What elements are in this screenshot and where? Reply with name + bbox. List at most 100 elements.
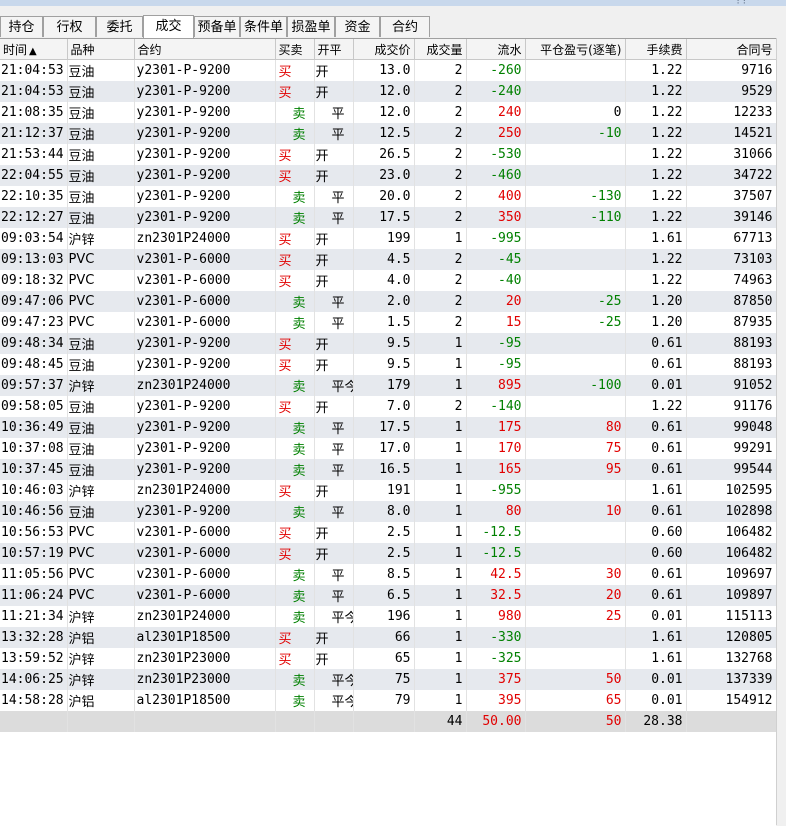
cell-flow: -325 — [466, 648, 526, 669]
table-row[interactable]: 13:59:52 沪锌 zn2301P23000 买开 65 1 -325 1.61 13276… — [0, 648, 776, 669]
table-row[interactable]: 09:03:54 沪锌 zn2301P24000 买开 199 1 -995 1.61 6771… — [0, 228, 776, 249]
col-header-fee[interactable]: 手续费 — [625, 39, 687, 60]
cell-contract-id: 9716 — [686, 59, 776, 81]
cell-buy-sell: 卖 — [275, 438, 315, 459]
col-header-open-close[interactable]: 开平 — [314, 39, 354, 60]
table-row[interactable]: 10:46:56 豆油 y2301-P-9200 卖平 8.0 1 80 10 0.61 1028… — [0, 501, 776, 522]
cell-time: 11:05:56 — [0, 564, 68, 585]
cell-close-pnl: 50 — [525, 669, 626, 690]
tab-3[interactable]: 成交 — [143, 15, 194, 38]
cell-time: 09:03:54 — [0, 228, 68, 249]
col-header-close-pnl[interactable]: 平仓盈亏(逐笔) — [525, 39, 626, 60]
cell-fee: 1.22 — [625, 249, 687, 270]
table-row[interactable]: 09:47:23 PVC v2301-P-6000 卖平 1.5 2 15 -25 1.20 87… — [0, 312, 776, 333]
tab-1[interactable]: 行权 — [43, 16, 96, 37]
cell-price: 65 — [353, 648, 415, 669]
col-header-contract[interactable]: 合约 — [134, 39, 276, 60]
table-row[interactable]: 09:57:37沪锌zn2301P24000卖平今1791895-1000.01… — [0, 375, 776, 396]
table-row[interactable]: 09:13:03 PVC v2301-P-6000 买开 4.5 2 -45 1.22 7310… — [0, 249, 776, 270]
cell-buy-sell: 卖 — [275, 291, 315, 312]
window-controls-icon[interactable]: ⁝ ⁝ — [736, 0, 746, 7]
col-header-product[interactable]: 品种 — [67, 39, 135, 60]
cell-quantity: 1 — [414, 354, 467, 375]
col-header-contract-id[interactable]: 合同号 — [686, 39, 776, 60]
cell-close-pnl — [525, 144, 626, 165]
table-row[interactable]: 21:53:44 豆油 y2301-P-9200 买开 26.5 2 -530 1.22 310… — [0, 144, 776, 165]
cell-quantity: 2 — [414, 165, 467, 186]
tab-0[interactable]: 持仓 — [0, 16, 43, 37]
cell-contract: v2301-P-6000 — [134, 543, 276, 564]
cell-time: 13:32:28 — [0, 627, 68, 648]
cell-close-pnl: 75 — [525, 438, 626, 459]
cell-product: 豆油 — [67, 123, 135, 144]
cell-product: 沪铝 — [67, 690, 135, 711]
table-row[interactable]: 21:04:53 豆油 y2301-P-9200 买开 13.0 2 -260 1.22 971… — [0, 59, 776, 81]
cell-buy-sell: 卖 — [275, 585, 315, 606]
table-row[interactable]: 11:05:56 PVC v2301-P-6000 卖平 8.5 1 42.5 30 0.61 1… — [0, 564, 776, 585]
table-row[interactable]: 21:08:35 豆油 y2301-P-9200 卖平 12.0 2 240 0 1.22 122… — [0, 102, 776, 123]
table-row[interactable]: 10:37:45 豆油 y2301-P-9200 卖平 16.5 1 165 95 0.61 99… — [0, 459, 776, 480]
col-header-buy-sell[interactable]: 买卖 — [275, 39, 315, 60]
cell-close-pnl: 25 — [525, 606, 626, 627]
cell-quantity: 1 — [414, 585, 467, 606]
cell-contract-id: 34722 — [686, 165, 776, 186]
cell-open-close: 平今 — [314, 669, 354, 690]
table-row[interactable]: 09:48:34 豆油 y2301-P-9200 买开 9.5 1 -95 0.61 88193 — [0, 333, 776, 354]
cell-quantity: 2 — [414, 59, 467, 81]
vertical-scrollbar[interactable] — [776, 38, 786, 825]
table-row[interactable]: 22:04:55 豆油 y2301-P-9200 买开 23.0 2 -460 1.22 347… — [0, 165, 776, 186]
cell-price: 191 — [353, 480, 415, 501]
cell-contract-id: 14521 — [686, 123, 776, 144]
table-row[interactable]: 10:36:49 豆油 y2301-P-9200 卖平 17.5 1 175 80 0.61 99… — [0, 417, 776, 438]
cell-buy-sell: 卖 — [275, 102, 315, 123]
table-row[interactable]: 21:04:53 豆油 y2301-P-9200 买开 12.0 2 -240 1.22 952… — [0, 81, 776, 102]
table-row[interactable]: 10:56:53 PVC v2301-P-6000 买开 2.5 1 -12.5 0.60 10… — [0, 522, 776, 543]
cell-time: 21:12:37 — [0, 123, 68, 144]
table-row[interactable]: 10:37:08 豆油 y2301-P-9200 卖平 17.0 1 170 75 0.61 99… — [0, 438, 776, 459]
cell-flow: -330 — [466, 627, 526, 648]
col-header-time[interactable]: 时间 ▲ — [0, 39, 68, 60]
tab-2[interactable]: 委托 — [96, 16, 143, 37]
cell-price: 12.5 — [353, 123, 415, 144]
cell-flow: -955 — [466, 480, 526, 501]
table-row[interactable]: 10:46:03 沪锌 zn2301P24000 买开 191 1 -955 1.61 1025… — [0, 480, 776, 501]
cell-time: 21:04:53 — [0, 59, 68, 81]
table-row[interactable]: 13:32:28 沪铝 al2301P18500 买开 66 1 -330 1.61 12080… — [0, 627, 776, 648]
cell-contract-id: 88193 — [686, 354, 776, 375]
cell-product: 沪锌 — [67, 480, 135, 501]
cell-contract: al2301P18500 — [134, 690, 276, 711]
table-row[interactable]: 11:21:34沪锌zn2301P24000卖平今1961980250.0111… — [0, 606, 776, 627]
tab-5[interactable]: 条件单 — [240, 16, 287, 37]
table-row[interactable]: 22:10:35 豆油 y2301-P-9200 卖平 20.0 2 400 -130 1.22… — [0, 186, 776, 207]
cell-quantity: 2 — [414, 81, 467, 102]
cell-fee: 1.22 — [625, 396, 687, 417]
tab-4[interactable]: 预备单 — [194, 16, 240, 37]
cell-contract-id: 137339 — [686, 669, 776, 690]
table-row[interactable]: 09:47:06 PVC v2301-P-6000 卖平 2.0 2 20 -25 1.20 87… — [0, 291, 776, 312]
cell-open-close: 平 — [314, 186, 354, 207]
col-header-flow[interactable]: 流水 — [466, 39, 526, 60]
cell-buy-sell: 买 — [275, 270, 315, 291]
col-header-price[interactable]: 成交价 — [353, 39, 415, 60]
cell-price: 8.5 — [353, 564, 415, 585]
cell-time: 11:06:24 — [0, 585, 68, 606]
table-row[interactable]: 09:18:32 PVC v2301-P-6000 买开 4.0 2 -40 1.22 7496… — [0, 270, 776, 291]
table-row[interactable]: 14:58:28沪铝al2301P18500卖平今791395650.01154… — [0, 690, 776, 711]
table-row[interactable]: 10:57:19 PVC v2301-P-6000 买开 2.5 1 -12.5 0.60 10… — [0, 543, 776, 564]
cell-quantity: 1 — [414, 228, 467, 249]
table-row[interactable]: 22:12:27 豆油 y2301-P-9200 卖平 17.5 2 350 -110 1.22… — [0, 207, 776, 228]
table-row[interactable]: 09:58:05 豆油 y2301-P-9200 买开 7.0 2 -140 1.22 9117… — [0, 396, 776, 417]
tab-7[interactable]: 资金 — [335, 16, 380, 37]
col-header-quantity[interactable]: 成交量 — [414, 39, 467, 60]
cell-contract: v2301-P-6000 — [134, 522, 276, 543]
tab-6[interactable]: 损盈单 — [287, 16, 335, 37]
tab-8[interactable]: 合约 — [380, 16, 430, 37]
table-row[interactable]: 21:12:37 豆油 y2301-P-9200 卖平 12.5 2 250 -10 1.22 1… — [0, 123, 776, 144]
cell-open-close: 开 — [314, 627, 354, 648]
cell-time: 09:18:32 — [0, 270, 68, 291]
cell-flow: -140 — [466, 396, 526, 417]
table-row[interactable]: 11:06:24 PVC v2301-P-6000 卖平 6.5 1 32.5 20 0.61 1… — [0, 585, 776, 606]
table-row[interactable]: 14:06:25沪锌zn2301P23000卖平今751375500.01137… — [0, 669, 776, 690]
table-row[interactable]: 09:48:45 豆油 y2301-P-9200 买开 9.5 1 -95 0.61 88193 — [0, 354, 776, 375]
cell-flow: 240 — [466, 102, 526, 123]
